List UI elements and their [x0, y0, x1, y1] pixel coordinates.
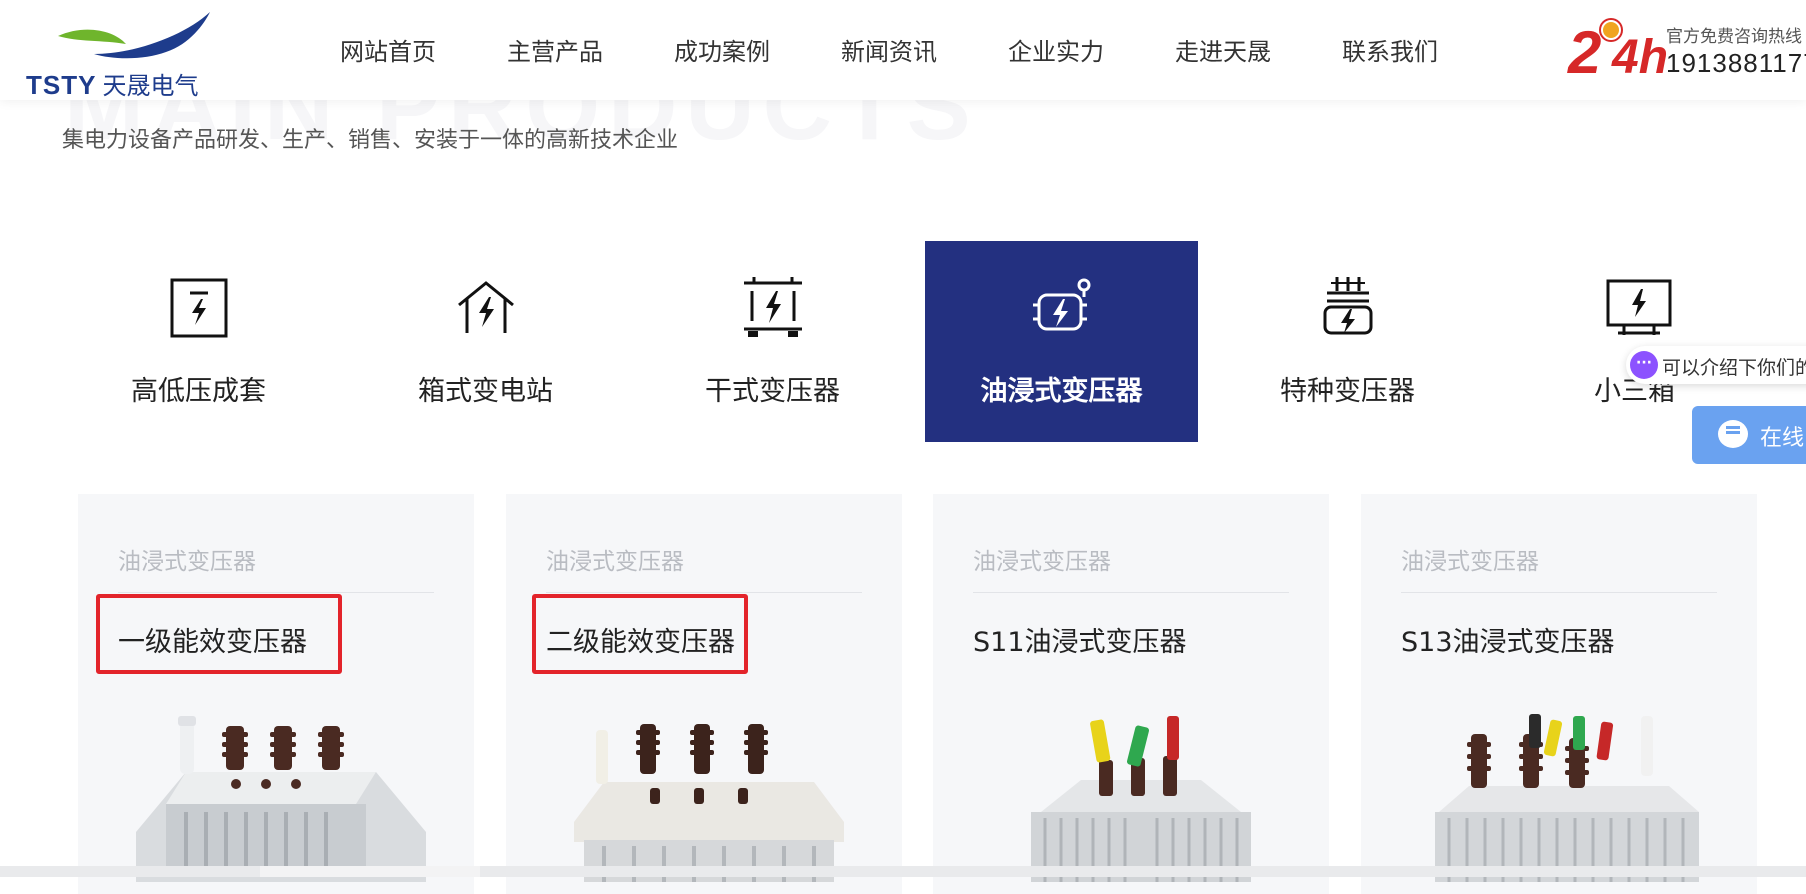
site-header: TSTY 天晟电气 网站首页 主营产品 成功案例 新闻资讯 企业实力 走进天晟 联…	[0, 0, 1806, 100]
oil-transformer-icon	[1033, 278, 1091, 331]
substation-house-icon	[458, 281, 514, 333]
product-name[interactable]: 一级能效变压器	[118, 620, 307, 659]
chat-suggestion-text: 可以介绍下你们的产	[1662, 357, 1806, 379]
nav-strength[interactable]: 企业实力	[1008, 30, 1104, 74]
section-subtitle: 集电力设备产品研发、生产、销售、安装于一体的高新技术企业	[62, 128, 679, 153]
nav-news[interactable]: 新闻资讯	[841, 30, 937, 74]
online-label: 在线	[1760, 426, 1805, 451]
logo-wordmark: TSTY 天晟电气	[26, 70, 199, 100]
transformer-photo	[1031, 716, 1251, 882]
nav-about[interactable]: 走进天晟	[1175, 30, 1271, 74]
transformer-photo	[136, 716, 426, 882]
tab-label: 高低压成套	[131, 376, 266, 407]
product-category: 油浸式变压器	[118, 549, 256, 575]
tab-label: 干式变压器	[705, 376, 840, 407]
online-consult-button[interactable]: 在线	[1692, 406, 1806, 464]
card-divider	[546, 592, 862, 593]
bottom-scroll-strip	[0, 866, 1806, 877]
tab-label: 箱式变电站	[418, 376, 553, 407]
main-nav: 网站首页 主营产品 成功案例 新闻资讯 企业实力 走进天晟 联系我们	[340, 30, 1509, 74]
chat-suggestion-bubble[interactable]: 可以介绍下你们的产	[1626, 346, 1806, 384]
nav-cases[interactable]: 成功案例	[674, 30, 770, 74]
small-box-icon	[1606, 279, 1672, 335]
hotline-label: 官方免费咨询热线	[1666, 27, 1802, 47]
product-category: 油浸式变压器	[546, 549, 684, 575]
chat-icon	[1630, 351, 1658, 379]
tab-box-substation[interactable]: 箱式变电站	[349, 241, 622, 442]
card-divider	[973, 592, 1289, 593]
special-transformer-icon	[1323, 277, 1373, 335]
product-name[interactable]: 二级能效变压器	[546, 620, 735, 659]
tab-label: 油浸式变压器	[980, 376, 1143, 407]
product-card[interactable]: 油浸式变压器 S13油浸式变压器	[1361, 494, 1757, 894]
scroll-segment	[260, 866, 480, 877]
switchgear-icon	[170, 278, 228, 338]
transformer-photo	[574, 724, 844, 882]
dry-transformer-icon	[744, 277, 802, 337]
transformer-photo	[1435, 714, 1699, 882]
card-divider	[1401, 592, 1717, 593]
tab-switchgear[interactable]: 高低压成套	[62, 241, 335, 442]
hotline-number[interactable]: 1913881177	[1666, 48, 1806, 79]
message-icon	[1718, 420, 1748, 448]
product-category: 油浸式变压器	[973, 549, 1111, 575]
logo-swoosh-icon	[58, 12, 210, 59]
product-category: 油浸式变压器	[1401, 549, 1539, 575]
card-divider	[118, 592, 434, 593]
tab-special-transformer[interactable]: 特种变压器	[1211, 241, 1484, 442]
nav-home[interactable]: 网站首页	[340, 30, 436, 74]
product-name[interactable]: S13油浸式变压器	[1401, 620, 1615, 659]
company-logo[interactable]: TSTY 天晟电气	[26, 10, 226, 100]
product-card[interactable]: 油浸式变压器 二级能效变压器	[506, 494, 902, 894]
tab-label: 特种变压器	[1280, 376, 1415, 407]
product-card[interactable]: 油浸式变压器 S11油浸式变压器	[933, 494, 1329, 894]
nav-products[interactable]: 主营产品	[507, 30, 603, 74]
product-name[interactable]: S11油浸式变压器	[973, 620, 1187, 659]
tab-oil-transformer[interactable]: 油浸式变压器	[925, 241, 1198, 442]
tab-dry-transformer[interactable]: 干式变压器	[636, 241, 909, 442]
product-card[interactable]: 油浸式变压器 一级能效变压器	[78, 494, 474, 894]
24h-badge-icon: 2 4h	[1568, 19, 1669, 86]
nav-contact[interactable]: 联系我们	[1342, 30, 1438, 74]
